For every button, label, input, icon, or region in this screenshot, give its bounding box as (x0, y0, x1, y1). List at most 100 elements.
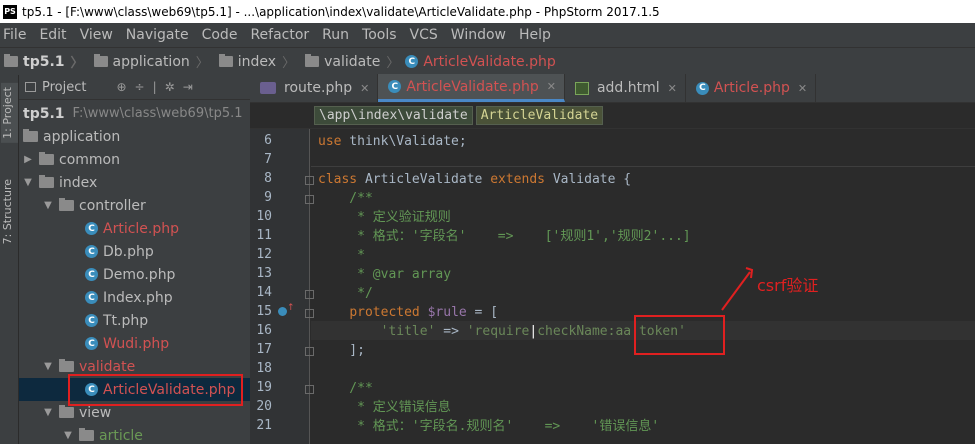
tree-item-folder[interactable]: ▼ index (19, 171, 250, 194)
tab-article-php[interactable]: C Article.php ✕ (686, 74, 817, 102)
tab-label: route.php (284, 80, 353, 96)
line-number: 10 (256, 209, 272, 224)
tree-item-label: view (79, 404, 112, 421)
tree-item-file[interactable]: C Wudi.php (19, 332, 250, 355)
code-keyword: use (318, 134, 342, 149)
tab-articlevalidate-php[interactable]: C ArticleValidate.php ✕ (378, 74, 565, 102)
tab-label: Article.php (713, 80, 790, 96)
folder-icon (59, 405, 74, 418)
collapse-icon[interactable]: ÷ (135, 80, 145, 94)
tab-add-html[interactable]: add.html ✕ (565, 74, 686, 102)
code-text: Validate { (545, 172, 632, 187)
tree-item-folder[interactable]: ▼ controller (19, 194, 250, 217)
close-icon[interactable]: ✕ (798, 82, 807, 95)
project-view-icon (25, 82, 36, 92)
override-marker-icon[interactable] (278, 307, 287, 316)
php-class-icon: C (85, 222, 98, 235)
hide-icon[interactable]: ⇥ (183, 80, 193, 94)
chevron-down-icon[interactable]: ▼ (43, 200, 53, 211)
implement-marker-icon[interactable]: ↑ (287, 303, 295, 313)
tree-item-folder[interactable]: application (19, 125, 250, 148)
chevron-down-icon[interactable]: ▼ (43, 361, 53, 372)
breadcrumb-application[interactable]: application 〉 (90, 52, 209, 71)
project-panel-title[interactable]: Project (42, 80, 86, 95)
code-line: /** (318, 381, 373, 396)
code-line: * 定义验证规则 (318, 210, 451, 225)
tree-item-root[interactable]: tp5.1 F:\www\class\web69\tp5.1 (19, 102, 250, 125)
code-keyword: class (318, 172, 358, 187)
tree-item-file[interactable]: C Tt.php (19, 309, 250, 332)
breadcrumb-file[interactable]: C ArticleValidate.php (405, 53, 556, 70)
target-icon[interactable]: ⊕ (116, 80, 126, 94)
project-panel-tools: ⊕ ÷ | ✲ ⇥ (116, 80, 192, 94)
tool-window-project-tab[interactable]: 1: Project (1, 83, 18, 143)
line-number: 8 (264, 171, 272, 186)
php-file-icon (260, 82, 276, 94)
menu-file[interactable]: File (0, 27, 26, 43)
menu-navigate[interactable]: Navigate (123, 27, 189, 43)
chevron-right-icon[interactable]: ▶ (23, 154, 33, 165)
tree-item-folder[interactable]: ▶ common (19, 148, 250, 171)
tree-item-file[interactable]: C Demo.php (19, 263, 250, 286)
code-text: array (404, 267, 452, 282)
editor-breadcrumb-namespace[interactable]: \app\index\validate (314, 106, 473, 125)
breadcrumb-label: index (237, 53, 277, 70)
folder-icon (93, 54, 108, 67)
folder-icon (39, 152, 54, 165)
chevron-right-icon: 〉 (195, 56, 209, 71)
gear-icon[interactable]: ✲ (165, 80, 175, 94)
line-number: 7 (264, 152, 272, 167)
code-keyword: extends (490, 172, 545, 187)
phpstorm-logo-icon: PS (3, 4, 17, 19)
chevron-down-icon[interactable]: ▼ (63, 430, 73, 441)
folder-icon (4, 54, 18, 67)
close-icon[interactable]: ✕ (668, 82, 677, 95)
php-class-icon: C (85, 337, 98, 350)
breadcrumb-validate[interactable]: validate 〉 (301, 52, 399, 71)
menu-window[interactable]: Window (448, 27, 506, 43)
menu-help[interactable]: Help (516, 27, 551, 43)
chevron-down-icon[interactable]: ▼ (43, 407, 53, 418)
tree-item-label: application (43, 128, 121, 145)
menu-run[interactable]: Run (319, 27, 349, 43)
breadcrumb-label: ArticleValidate.php (423, 53, 556, 70)
chevron-down-icon[interactable]: ▼ (23, 177, 33, 188)
code-text: ArticleValidate (357, 172, 491, 187)
line-number: 6 (264, 133, 272, 148)
editor-breadcrumb-class[interactable]: ArticleValidate (475, 106, 604, 125)
tree-item-label: Tt.php (103, 312, 149, 329)
breadcrumb-index[interactable]: index 〉 (215, 52, 295, 71)
tree-item-label: validate (79, 358, 136, 375)
tree-item-label: Wudi.php (103, 335, 170, 352)
code-line: use think\Validate; (318, 132, 467, 151)
annotation-label: csrf验证 (757, 276, 819, 295)
tree-item-file[interactable]: C Db.php (19, 240, 250, 263)
php-class-icon: C (695, 81, 709, 95)
menu-code[interactable]: Code (199, 27, 238, 43)
breadcrumb-project[interactable]: tp5.1 〉 (0, 52, 84, 71)
close-icon[interactable]: ✕ (360, 82, 369, 95)
tool-window-structure-tab[interactable]: 7: Structure (1, 175, 14, 248)
tree-item-label: common (59, 151, 120, 168)
tab-label: add.html (596, 80, 660, 96)
tree-item-file[interactable]: C Article.php (19, 217, 250, 240)
tree-item-file[interactable]: C Index.php (19, 286, 250, 309)
code-editor[interactable]: use think\Validate; class ArticleValidat… (311, 129, 975, 444)
menu-view[interactable]: View (77, 27, 113, 43)
code-string: 'require (466, 324, 530, 339)
line-number: 13 (256, 266, 272, 281)
tree-item-folder[interactable]: ▼ article (19, 424, 250, 444)
menu-refactor[interactable]: Refactor (247, 27, 309, 43)
divider-icon: | (152, 80, 157, 94)
menu-vcs[interactable]: VCS (407, 27, 438, 43)
menu-edit[interactable]: Edit (36, 27, 66, 43)
annotation-highlight-box (68, 374, 243, 406)
tree-item-label: Index.php (103, 289, 173, 306)
close-icon[interactable]: ✕ (547, 80, 556, 93)
tab-route-php[interactable]: route.php ✕ (250, 74, 379, 102)
code-line: * 格式：'字段名.规则名' => '错误信息' (318, 419, 660, 434)
tree-item-label: Article.php (103, 220, 180, 237)
menu-tools[interactable]: Tools (359, 27, 397, 43)
menu-bar: File Edit View Navigate Code Refactor Ru… (0, 23, 975, 47)
folder-icon (39, 175, 54, 188)
